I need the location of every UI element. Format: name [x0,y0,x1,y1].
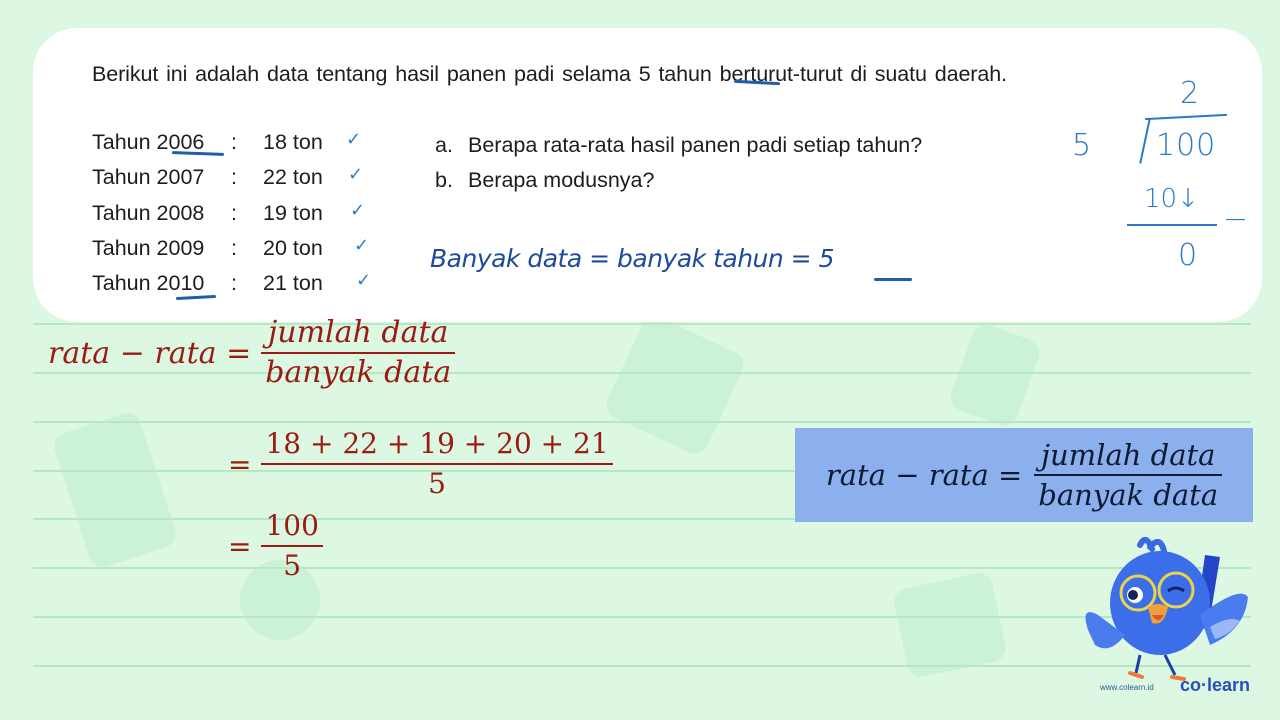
data-colon: : [231,200,237,225]
check-mark-icon: ✓ [356,270,372,292]
handwritten-note-banyak-data: Banyak data = banyak tahun = 5 [430,244,834,273]
solution-fraction: 100 5 [261,507,323,585]
fraction-denominator: 5 [283,549,302,582]
division-bracket [1139,118,1151,164]
data-colon: : [231,165,237,190]
handwritten-underline [874,278,912,281]
fraction-denominator: 5 [428,467,446,500]
data-year: Tahun 2009 [92,235,205,260]
sub-question-text: Berapa rata-rata hasil panen padi setiap… [468,133,923,157]
solution-line-3: = 100 5 [228,507,323,585]
solution-line-1: rata − rata = jumlah data banyak data [48,314,456,392]
division-step: 10↓ [1144,184,1199,214]
division-quotient: 2 [1180,76,1200,111]
solution-fraction: 18 + 22 + 19 + 20 + 21 5 [261,425,613,503]
background-decoration [946,320,1044,430]
fraction-numerator: 100 [265,509,319,542]
fraction-denominator: banyak data [265,355,452,390]
data-value: 22 ton [263,165,323,190]
check-mark-icon: ✓ [348,164,364,186]
data-colon: : [231,235,237,260]
ruled-line [33,421,1251,423]
colearn-logo: co·learn [1180,675,1251,695]
division-dividend: 100 [1156,128,1217,163]
data-row: Tahun 2008: 19 ton ✓ [92,198,365,233]
division-bar [1145,113,1227,121]
data-year: Tahun 2008 [92,200,205,225]
ruled-line [33,567,1251,569]
data-value: 18 ton [263,130,323,154]
question-intro: Berikut ini adalah data tentang hasil pa… [92,56,1082,92]
fraction-denominator: banyak data [1038,478,1219,512]
data-value: 21 ton [263,271,323,296]
data-row: Tahun 2007: 22 ton ✓ [92,162,363,197]
data-year: Tahun 2007 [92,165,205,190]
solution-line-2: = 18 + 22 + 19 + 20 + 21 5 [228,425,613,503]
data-value: 20 ton [263,235,323,260]
sub-questions: a. Berapa rata-rata hasil panen padi seti… [435,130,922,200]
website-url: www.colearn.id [1100,683,1154,692]
handwritten-long-division: 2 5 100 10↓ − 0 [1072,76,1260,286]
sub-question-a: a. Berapa rata-rata hasil panen padi seti… [435,130,922,165]
fraction-numerator: 18 + 22 + 19 + 20 + 21 [265,427,609,460]
division-minus: − [1223,202,1249,237]
data-colon: : [231,271,237,296]
data-colon: : [231,130,237,154]
division-divisor: 5 [1072,128,1092,163]
sub-question-text: Berapa modusnya? [468,168,655,192]
division-line [1127,224,1217,226]
formula-fraction: jumlah data banyak data [1034,436,1223,514]
fraction-numerator: jumlah data [267,315,449,350]
solution-lhs: rata − rata = [48,335,252,371]
check-mark-icon: ✓ [354,234,370,256]
data-year: Tahun 2010 [92,271,205,296]
solution-fraction: jumlah data banyak data [261,314,456,392]
check-mark-icon: ✓ [350,199,366,221]
data-value: 19 ton [263,200,323,225]
sub-question-label: a. [435,133,453,157]
background-decoration [601,311,749,459]
check-mark-icon: ✓ [346,129,362,150]
equals-sign: = [228,447,252,481]
intro-text-before: Berikut ini adalah data tentang hasil pa… [92,62,631,86]
fraction-numerator: jumlah data [1041,438,1216,472]
intro-text-after: tahun berturut-turut di suatu daerah. [658,62,1007,86]
data-row: Tahun 2009: 20 ton ✓ [92,233,369,268]
ruled-line [33,665,1251,667]
ruled-line [33,616,1251,618]
formula-lhs: rata − rata = [825,458,1023,492]
background-decoration [891,570,1009,680]
bird-mascot-icon [1085,536,1248,681]
sub-question-label: b. [435,168,453,192]
formula-box: rata − rata = jumlah data banyak data [795,428,1253,522]
equals-sign: = [228,529,252,563]
division-remainder: 0 [1178,238,1198,273]
background-decoration [50,409,180,571]
data-row: Tahun 2006:18 ton ✓ [92,127,361,162]
sub-question-b: b. Berapa modusnya? [435,165,922,200]
intro-highlight-number: 5 [630,62,659,86]
